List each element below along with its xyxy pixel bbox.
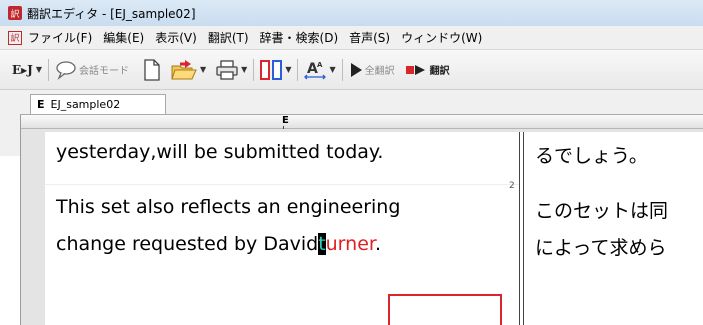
conversation-mode-button[interactable]: 会話モード [55,57,129,83]
new-document-icon [144,58,160,81]
conversation-mode-label: 会話モード [79,66,130,77]
editor-area: E yesterday,will be submitted today. るでし… [20,115,703,325]
translate-all-button[interactable]: 全翻訳 [349,57,395,83]
chevron-down-icon: ▼ [241,65,248,74]
toolbar-separator [253,58,255,81]
ruler: E [21,115,703,129]
font-size-button[interactable]: A A ▼ [304,57,336,83]
tab-ej-sample02[interactable]: E EJ_sample02 [30,94,166,114]
toolbar-separator [341,58,343,81]
target-line-3[interactable]: によって求めら [535,233,666,260]
two-column-layout-icon [260,59,283,80]
chevron-down-icon: ▼ [329,65,336,74]
chevron-down-icon: ▼ [285,65,292,74]
new-document-button[interactable] [143,57,161,83]
source-line-3[interactable]: change requested by Davidturner. [56,233,381,255]
ruler-tick [283,126,284,129]
segment-number: 2 [509,181,515,191]
layout-button[interactable]: ▼ [260,57,291,83]
menu-voice[interactable]: 音声(S) [349,29,390,46]
app-icon: 訳 [8,6,22,20]
menu-view[interactable]: 表示(V) [155,29,197,46]
print-button[interactable]: ▼ [216,57,247,83]
printer-icon [216,59,238,80]
play-icon [350,62,362,77]
open-folder-button[interactable]: ▼ [171,57,206,83]
source-line-3-hidden-char: d [306,233,319,255]
chevron-down-icon: ▼ [35,65,43,74]
translate-arrow-icon [405,64,425,75]
speech-bubble-icon [56,60,76,80]
direction-label: E▸J [12,62,33,77]
tab-label: EJ_sample02 [50,98,121,111]
tab-type-letter: E [37,98,45,111]
source-line-2[interactable]: This set also reflects an engineering [56,196,400,218]
source-line-3-end: . [374,233,382,255]
target-line-1[interactable]: るでしょう。 [535,141,648,168]
toolbar: E▸J ▼ 会話モード ▼ ▼ ▼ A A ▼ 全翻訳 翻訳 [0,50,703,90]
font-size-icon: A A [304,61,327,79]
chevron-down-icon: ▼ [200,65,207,74]
direction-button[interactable]: E▸J ▼ [12,57,42,83]
segment-separator [45,184,519,185]
title-bar: 訳 翻訳エディタ - [EJ_sample02] [0,0,703,26]
menu-window[interactable]: ウィンドウ(W) [401,29,482,46]
highlighted-word: urner [325,233,375,255]
menu-translate[interactable]: 翻訳(T) [208,29,249,46]
document-menu-icon[interactable]: 訳 [8,30,22,45]
translate-all-label: 全翻訳 [364,66,395,77]
target-line-2[interactable]: このセットは同 [535,196,668,223]
menu-file[interactable]: ファイル(F) [28,29,92,46]
svg-text:A: A [317,61,323,69]
menu-bar: 訳 ファイル(F) 編集(E) 表示(V) 翻訳(T) 辞書・検索(D) 音声(… [0,26,703,50]
translate-button[interactable]: 翻訳 [405,57,450,83]
menu-dictionary-search[interactable]: 辞書・検索(D) [260,29,339,46]
column-divider[interactable] [519,132,524,325]
menu-edit[interactable]: 編集(E) [103,29,144,46]
translate-label: 翻訳 [429,66,450,77]
source-line-1[interactable]: yesterday,will be submitted today. [56,141,383,163]
ruler-label: E [282,115,289,126]
text-cursor: t [318,233,326,255]
window-title: 翻訳エディタ - [EJ_sample02] [27,6,196,21]
highlight-box [388,294,502,325]
open-folder-icon [171,59,197,79]
source-line-3-text: change requested by Davi [56,233,307,255]
toolbar-separator [48,58,50,81]
toolbar-separator [297,58,299,81]
document-page[interactable]: yesterday,will be submitted today. るでしょう… [45,132,703,325]
